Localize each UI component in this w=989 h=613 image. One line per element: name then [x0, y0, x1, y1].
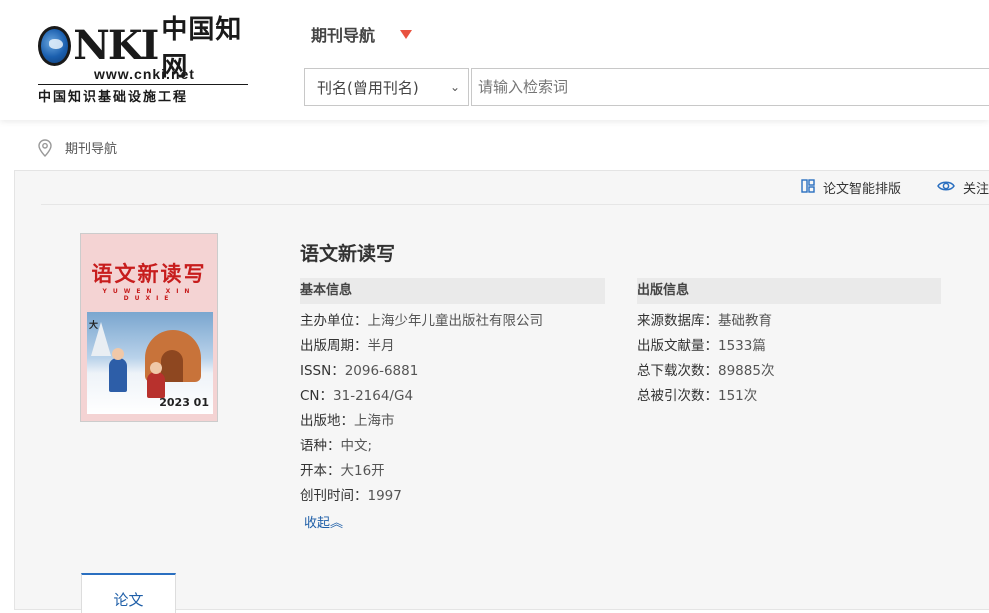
search-field-select[interactable]: 刊名(曾用刊名) ⌄	[304, 68, 469, 106]
info-key: 出版地：	[300, 413, 354, 429]
search-field-selected: 刊名(曾用刊名)	[317, 78, 419, 97]
cover-child	[109, 348, 127, 392]
info-value: 151次	[718, 388, 758, 404]
info-key: 开本：	[300, 463, 341, 479]
chevron-down-icon: ⌄	[449, 80, 460, 94]
cover-child	[147, 362, 165, 398]
info-row-citations: 总被引次数：151次	[637, 384, 774, 409]
publish-info-heading: 出版信息	[637, 278, 941, 304]
journal-cover-image: 语文新读写 YUWEN XIN DUXIE 大 2023 01	[80, 233, 218, 422]
info-key: 总被引次数：	[637, 388, 718, 404]
info-key: CN：	[300, 388, 334, 404]
logo-subtitle: 中国知识基础设施工程	[38, 84, 248, 105]
info-row-place: 出版地：上海市	[300, 409, 543, 434]
info-value: 2096-6881	[344, 363, 419, 379]
info-key: 来源数据库：	[637, 313, 718, 329]
cover-title: 语文新读写	[91, 261, 207, 286]
info-value: 31-2164/G4	[333, 388, 414, 404]
info-row-sponsor: 主办单位：上海少年儿童出版社有限公司	[300, 309, 543, 334]
smart-layout-button[interactable]: 论文智能排版	[801, 178, 901, 197]
follow-button[interactable]: 关注	[937, 178, 989, 197]
info-key: 主办单位：	[300, 313, 368, 329]
logo-mark: NKI 中国知网	[38, 15, 248, 82]
info-value: 半月	[367, 338, 395, 354]
cover-issue: 2023 01	[159, 396, 209, 409]
info-value: 基础教育	[718, 313, 772, 329]
follow-label: 关注	[963, 182, 989, 197]
location-pin-icon	[38, 138, 52, 157]
publish-info-list: 来源数据库：基础教育 出版文献量：1533篇 总下载次数：89885次 总被引次…	[637, 309, 774, 409]
info-row-cn: CN：31-2164/G4	[300, 384, 543, 409]
info-row-language: 语种：中文;	[300, 434, 543, 459]
cover-tag: 大	[89, 321, 99, 331]
info-key: 创刊时间：	[300, 488, 368, 504]
journal-title: 语文新读写	[300, 243, 396, 265]
breadcrumb-journal-nav[interactable]: 期刊导航	[65, 138, 117, 157]
eye-icon	[937, 179, 955, 197]
info-row-frequency: 出版周期：半月	[300, 334, 543, 359]
info-row-article-count: 出版文献量：1533篇	[637, 334, 774, 359]
layout-icon	[801, 178, 815, 197]
collapse-button[interactable]: 收起︽	[304, 512, 343, 531]
basic-info-list: 主办单位：上海少年儿童出版社有限公司 出版周期：半月 ISSN：2096-688…	[300, 309, 543, 509]
journal-nav-title[interactable]: 期刊导航	[311, 22, 375, 46]
info-row-source-db: 来源数据库：基础教育	[637, 309, 774, 334]
smart-layout-label: 论文智能排版	[823, 182, 902, 197]
info-row-format: 开本：大16开	[300, 459, 543, 484]
info-value: 1533篇	[718, 338, 766, 354]
search-input[interactable]	[471, 68, 989, 106]
info-value: 89885次	[718, 363, 775, 379]
cover-pinyin: YUWEN XIN DUXIE	[102, 288, 196, 302]
info-value: 大16开	[340, 463, 385, 479]
cnki-logo[interactable]: NKI 中国知网 www.cnki.net 中国知识基础设施工程	[38, 15, 248, 105]
panel-toolbar: 论文智能排版 关注	[41, 171, 989, 205]
breadcrumb: 期刊导航	[38, 138, 117, 157]
info-key: 出版周期：	[300, 338, 368, 354]
journal-detail-panel: 论文智能排版 关注 语文新读写 YUWEN XIN DUXIE 大 2023 0…	[14, 170, 989, 613]
info-value: 中文;	[340, 438, 373, 454]
info-row-founded: 创刊时间：1997	[300, 484, 543, 509]
info-key: ISSN：	[300, 363, 345, 379]
globe-icon	[38, 26, 72, 66]
info-row-downloads: 总下载次数：89885次	[637, 359, 774, 384]
info-row-issn: ISSN：2096-6881	[300, 359, 543, 384]
info-key: 出版文献量：	[637, 338, 718, 354]
site-header: NKI 中国知网 www.cnki.net 中国知识基础设施工程 期刊导航 刊名…	[0, 0, 989, 120]
info-value: 1997	[367, 488, 402, 504]
logo-brand: NKI	[73, 22, 159, 69]
caret-down-icon[interactable]	[400, 30, 412, 39]
info-value: 上海市	[354, 413, 395, 429]
info-value: 上海少年儿童出版社有限公司	[367, 313, 544, 329]
info-key: 总下载次数：	[637, 363, 718, 379]
tab-papers[interactable]: 论文	[81, 573, 176, 613]
info-key: 语种：	[300, 438, 341, 454]
basic-info-heading: 基本信息	[300, 278, 605, 304]
